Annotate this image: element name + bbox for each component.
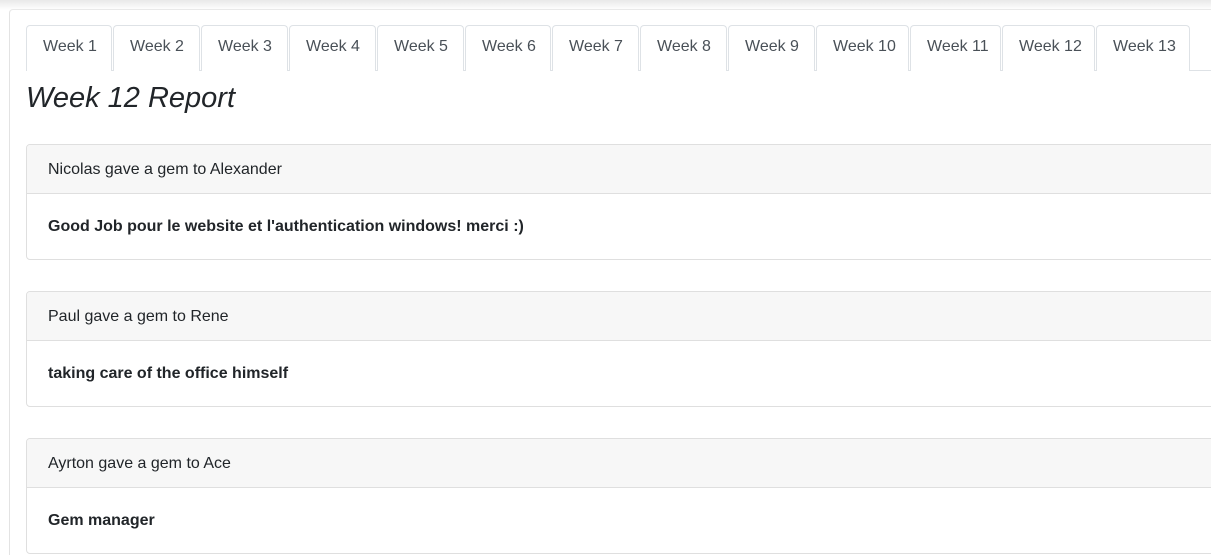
tab-week-13[interactable]: Week 13 — [1096, 25, 1190, 71]
week-tabs: Week 1 Week 2 Week 3 Week 4 Week 5 Week … — [26, 25, 1211, 71]
gem-message: Gem manager — [48, 512, 155, 529]
tab-week-11[interactable]: Week 11 — [910, 25, 1001, 71]
tab-week-7[interactable]: Week 7 — [552, 25, 639, 71]
tab-week-6[interactable]: Week 6 — [465, 25, 551, 71]
tab-week-12[interactable]: Week 12 — [1002, 25, 1095, 71]
gem-card: Paul gave a gem to Rene taking care of t… — [26, 291, 1211, 407]
gem-header: Nicolas gave a gem to Alexander — [27, 145, 1211, 194]
tab-week-2[interactable]: Week 2 — [113, 25, 200, 71]
tab-week-5[interactable]: Week 5 — [377, 25, 464, 71]
gem-message: Good Job pour le website et l'authentica… — [48, 218, 524, 235]
gem-header: Ayrton gave a gem to Ace — [27, 439, 1211, 488]
tab-week-1[interactable]: Week 1 — [26, 25, 112, 71]
gem-message: taking care of the office himself — [48, 365, 289, 382]
page: Week 1 Week 2 Week 3 Week 4 Week 5 Week … — [0, 0, 1211, 555]
report-title: Week 12 Report — [26, 82, 236, 114]
tabs-spacer — [1191, 25, 1211, 70]
gem-card: Ayrton gave a gem to Ace Gem manager — [26, 438, 1211, 554]
gem-header: Paul gave a gem to Rene — [27, 292, 1211, 341]
tab-week-9[interactable]: Week 9 — [728, 25, 815, 71]
tab-week-10[interactable]: Week 10 — [816, 25, 909, 71]
tab-week-4[interactable]: Week 4 — [289, 25, 376, 71]
tab-week-3[interactable]: Week 3 — [201, 25, 288, 71]
tab-week-8[interactable]: Week 8 — [640, 25, 727, 71]
gem-card: Nicolas gave a gem to Alexander Good Job… — [26, 144, 1211, 260]
